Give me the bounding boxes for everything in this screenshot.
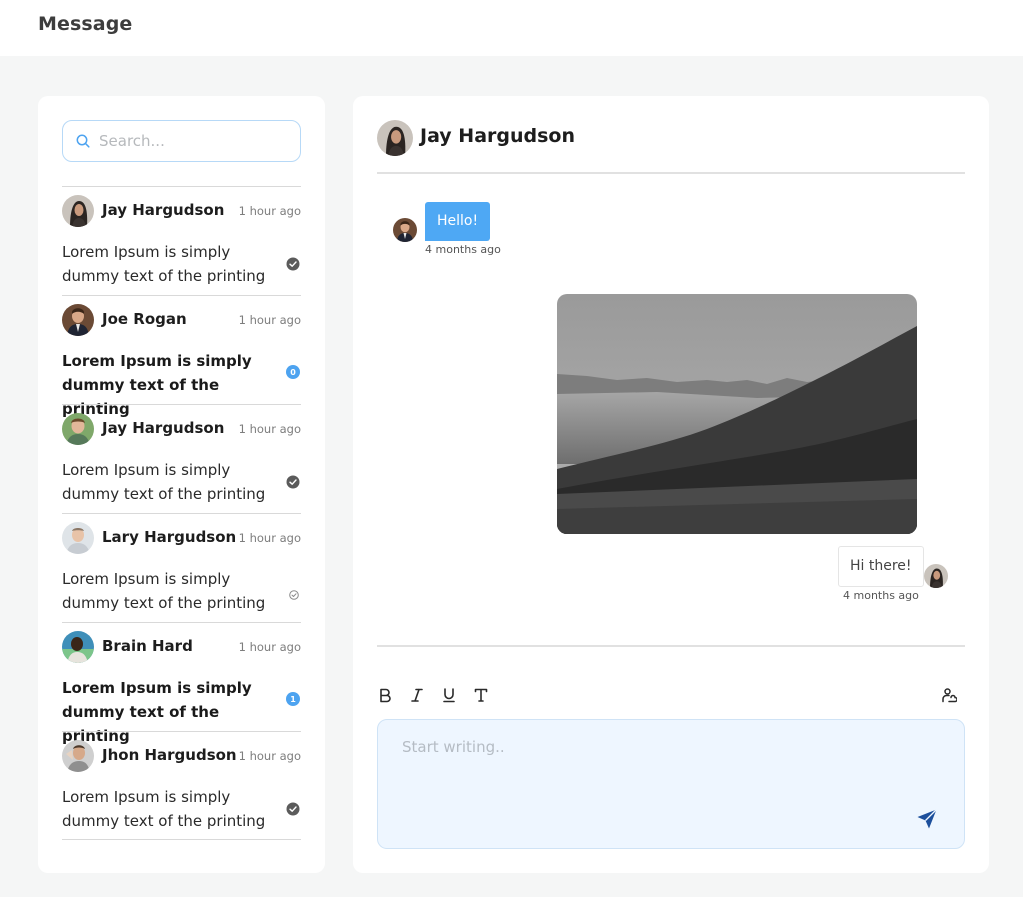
page-title: Message: [38, 13, 133, 35]
composer-divider: [377, 645, 965, 647]
text-icon: [474, 688, 488, 702]
read-check-icon: [286, 801, 300, 820]
avatar: [62, 522, 94, 554]
message-time: 1 hour ago: [238, 204, 301, 218]
search-icon: [76, 134, 90, 148]
contact-name: Jay Hargudson: [102, 419, 225, 437]
message-time: 1 hour ago: [238, 531, 301, 545]
unread-badge-wrap: 1: [286, 692, 300, 706]
conversation-item[interactable]: Lary Hargudson 1 hour ago Lorem Ipsum is…: [62, 513, 301, 622]
contact-name: Lary Hargudson: [102, 528, 237, 546]
message-time: 1 hour ago: [238, 749, 301, 763]
unread-badge: 0: [286, 365, 300, 379]
message-time: 4 months ago: [425, 243, 501, 256]
message-preview: Lorem Ipsum is simply dummy text of the …: [62, 570, 266, 612]
message-input[interactable]: [402, 738, 902, 828]
contact-name: Jhon Hargudson: [102, 746, 237, 764]
mention-button[interactable]: [939, 685, 959, 705]
unread-badge: 1: [286, 692, 300, 706]
incoming-message: Hello!: [425, 202, 491, 241]
avatar: [62, 304, 94, 336]
message-time: 1 hour ago: [238, 422, 301, 436]
avatar: [62, 740, 94, 772]
read-check-icon: [286, 474, 300, 493]
send-icon: [917, 809, 937, 829]
message-preview: Lorem Ipsum is simply dummy text of the …: [62, 788, 266, 830]
chat-panel: Jay Hargudson Hello! 4 months ago Hi the…: [353, 96, 989, 873]
search-box[interactable]: [62, 120, 301, 162]
sent-check-icon: [289, 585, 299, 604]
conversation-list: Jay Hargudson 1 hour ago Lorem Ipsum is …: [62, 186, 301, 840]
outgoing-message: Hi there!: [838, 546, 924, 587]
contact-name: Joe Rogan: [102, 310, 187, 328]
chat-contact-name: Jay Hargudson: [420, 125, 576, 147]
underline-icon: [443, 688, 455, 703]
conversation-item[interactable]: Brain Hard 1 hour ago Lorem Ipsum is sim…: [62, 622, 301, 745]
conversation-item[interactable]: Jay Hargudson 1 hour ago Lorem Ipsum is …: [62, 404, 301, 513]
italic-icon: [411, 688, 423, 702]
avatar: [62, 195, 94, 227]
avatar: [62, 413, 94, 445]
italic-button[interactable]: [407, 685, 427, 705]
read-check-icon: [286, 256, 300, 275]
mention-icon: [942, 688, 957, 703]
message-composer: [377, 719, 965, 849]
conversation-item[interactable]: Joe Rogan 1 hour ago Lorem Ipsum is simp…: [62, 295, 301, 418]
search-input[interactable]: [99, 122, 294, 160]
message-time: 1 hour ago: [238, 313, 301, 327]
text-button[interactable]: [471, 685, 491, 705]
header-divider: [377, 172, 965, 174]
contact-name: Jay Hargudson: [102, 201, 225, 219]
sender-avatar: [393, 218, 417, 242]
message-preview: Lorem Ipsum is simply dummy text of the …: [62, 461, 266, 503]
conversation-panel: Jay Hargudson 1 hour ago Lorem Ipsum is …: [38, 96, 325, 873]
image-message[interactable]: [557, 294, 917, 534]
message-time: 4 months ago: [843, 589, 919, 602]
conversation-item[interactable]: Jay Hargudson 1 hour ago Lorem Ipsum is …: [62, 186, 301, 295]
send-button[interactable]: [914, 806, 940, 832]
bold-button[interactable]: [375, 685, 395, 705]
contact-avatar[interactable]: [377, 120, 413, 156]
conversation-item[interactable]: Jhon Hargudson 1 hour ago Lorem Ipsum is…: [62, 731, 301, 840]
bold-icon: [380, 688, 391, 703]
user-avatar: [924, 564, 948, 588]
unread-badge-wrap: 0: [286, 365, 300, 379]
top-bar: Message: [0, 0, 1023, 56]
contact-name: Brain Hard: [102, 637, 193, 655]
underline-button[interactable]: [439, 685, 459, 705]
avatar: [62, 631, 94, 663]
message-preview: Lorem Ipsum is simply dummy text of the …: [62, 243, 266, 285]
message-time: 1 hour ago: [238, 640, 301, 654]
